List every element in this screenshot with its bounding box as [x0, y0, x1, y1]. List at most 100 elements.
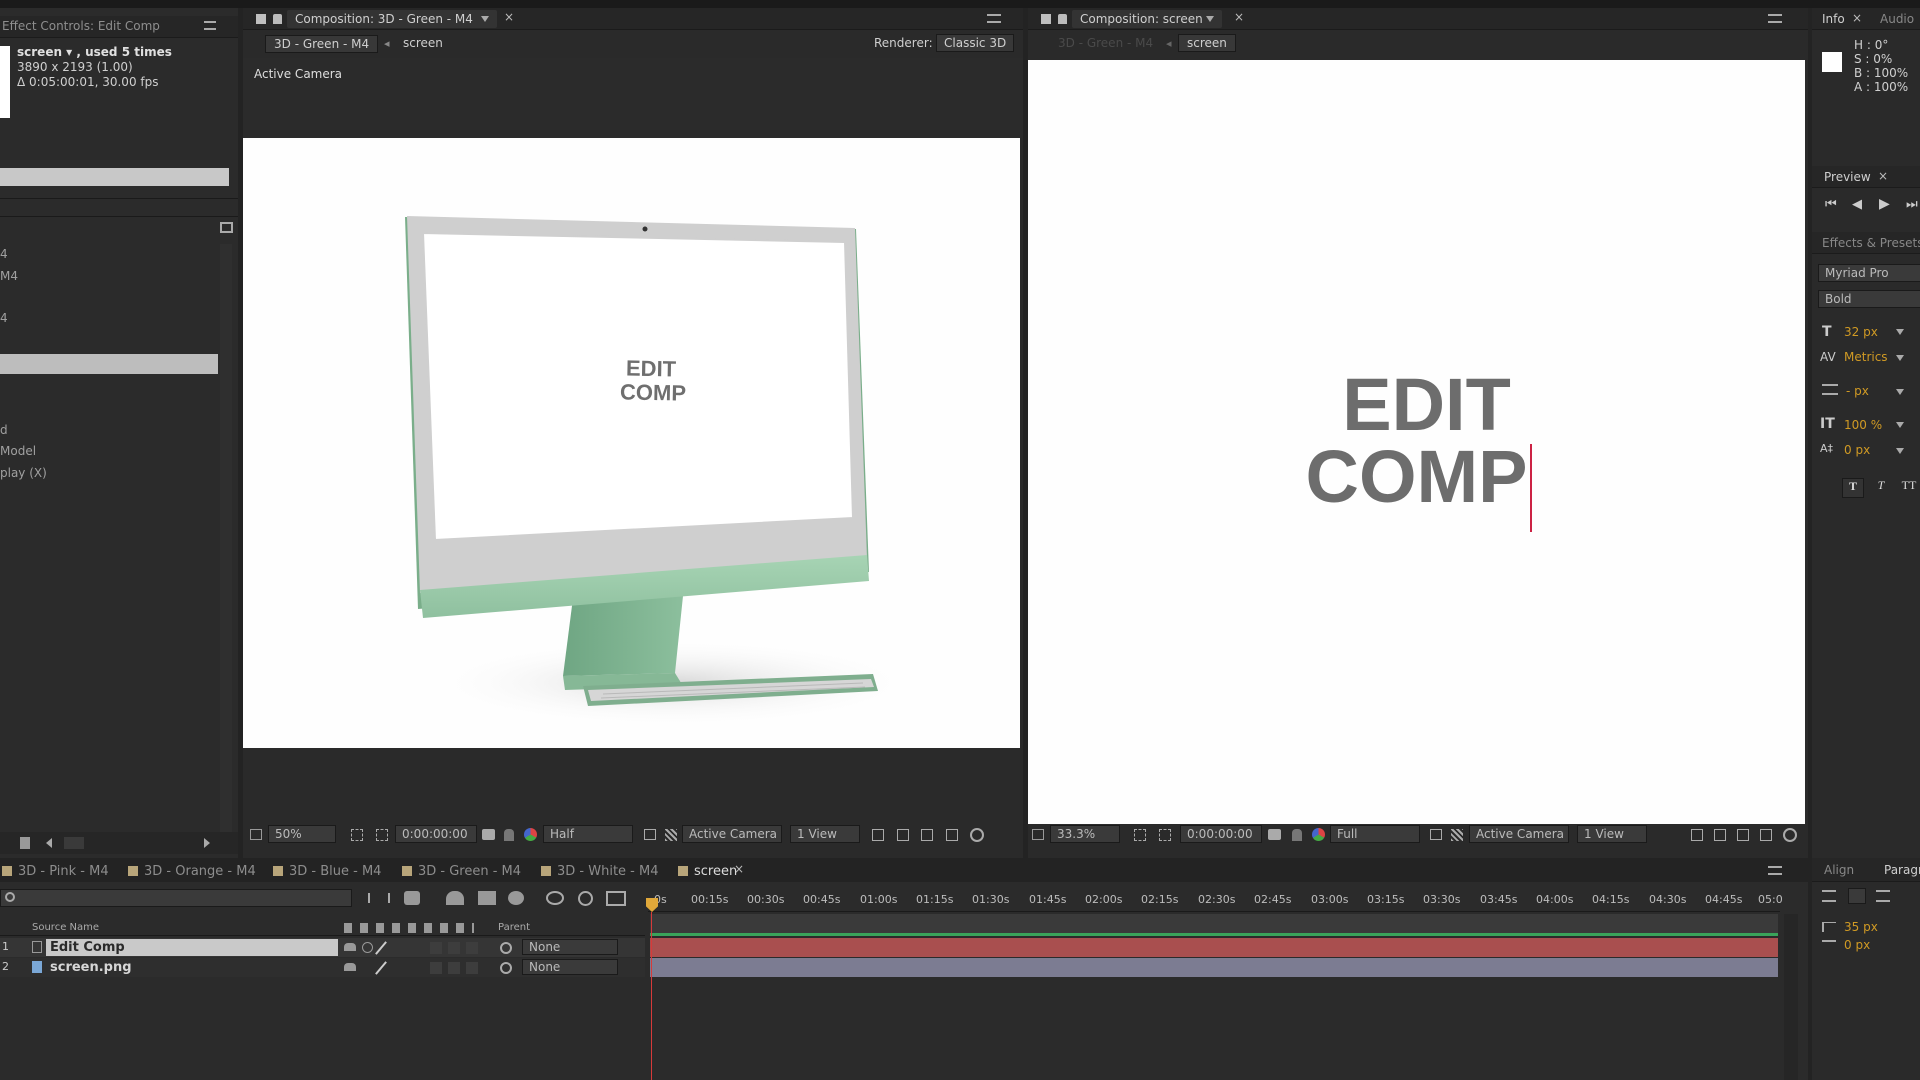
breadcrumb-comp[interactable]: 3D - Green - M4	[1058, 36, 1153, 50]
close-icon[interactable]: ×	[1852, 11, 1862, 25]
flowchart-icon[interactable]	[220, 222, 233, 233]
work-area-bar[interactable]	[650, 914, 1778, 934]
frame-blending-icon[interactable]	[478, 891, 496, 905]
shy-switch-icon[interactable]	[344, 963, 356, 971]
parent-select[interactable]: None	[522, 939, 618, 955]
time-ruler[interactable]: 0s 00:15s 00:30s 00:45s 01:00s 01:15s 01…	[648, 888, 1783, 912]
resolution-select[interactable]: Full	[1330, 825, 1420, 843]
shy-switch-icon[interactable]	[344, 943, 356, 951]
composition-mini-flowchart-icon[interactable]	[368, 893, 390, 903]
effect-controls-tab[interactable]: Effect Controls: Edit Comp	[0, 16, 238, 38]
fast-preview-icon[interactable]	[1714, 829, 1726, 841]
close-icon[interactable]: ×	[734, 862, 744, 876]
view-layout-select[interactable]: 1 View	[1577, 825, 1647, 843]
dropdown-icon[interactable]	[1896, 389, 1904, 395]
timeline-tab-screen[interactable]: screen	[678, 864, 737, 879]
previous-frame-icon[interactable]: ◀	[1852, 197, 1862, 212]
render-icon[interactable]	[606, 891, 626, 906]
renderer-button[interactable]: Classic 3D	[936, 34, 1015, 52]
comp-dropdown-icon[interactable]	[481, 16, 489, 22]
scroll-track[interactable]	[64, 837, 84, 849]
first-frame-icon[interactable]: ⏮	[1825, 197, 1837, 212]
switch-box[interactable]	[430, 942, 442, 954]
color-channels-icon[interactable]	[524, 828, 537, 841]
camera-snapshot-icon[interactable]	[482, 829, 495, 840]
dropdown-icon[interactable]	[1896, 329, 1904, 335]
quality-switch-icon[interactable]	[375, 961, 387, 975]
region-icon[interactable]	[1159, 829, 1171, 841]
layer-bar-screen[interactable]	[650, 958, 1778, 977]
list-item[interactable]: 4	[0, 308, 8, 328]
roi-icon[interactable]	[1430, 829, 1442, 840]
camera-view-select[interactable]: Active Camera	[1469, 825, 1569, 843]
panel-menu-icon[interactable]	[987, 14, 1001, 23]
motion-blur-icon[interactable]	[508, 891, 524, 905]
switch-box[interactable]	[430, 962, 442, 974]
timeline-tab-pink[interactable]: 3D - Pink - M4	[2, 864, 109, 879]
layer-row[interactable]: 2 screen.png None	[0, 958, 645, 977]
dropdown-icon[interactable]	[1896, 422, 1904, 428]
camera-snapshot-icon[interactable]	[1268, 829, 1281, 840]
draft-3d-icon[interactable]	[404, 891, 420, 905]
always-preview-icon[interactable]	[250, 829, 262, 840]
comp-tab[interactable]: Composition: screen	[1072, 10, 1222, 28]
exposure-icon[interactable]	[1783, 828, 1797, 842]
lock-icon[interactable]	[1058, 14, 1067, 24]
info-tab[interactable]: Info	[1822, 12, 1845, 26]
align-left-icon[interactable]	[1822, 890, 1836, 902]
scroll-left-icon[interactable]	[46, 838, 52, 848]
current-time-field[interactable]: 0:00:00:00	[1180, 825, 1262, 843]
col-source-name[interactable]: Source Name	[32, 922, 99, 933]
layer-bar-edit-comp[interactable]	[650, 938, 1778, 957]
timeline-icon[interactable]	[1737, 829, 1749, 841]
selected-list-item[interactable]	[0, 354, 218, 374]
parent-pickwhip-icon[interactable]	[500, 942, 512, 954]
show-snapshot-icon[interactable]	[504, 829, 514, 841]
parent-pickwhip-icon[interactable]	[500, 962, 512, 974]
layer-name[interactable]: Edit Comp	[50, 940, 125, 955]
dropdown-icon[interactable]	[1896, 355, 1904, 361]
faux-italic-button[interactable]: T	[1870, 478, 1892, 498]
comp-viewer-screen[interactable]: EDIT COMP	[1028, 60, 1805, 824]
switch-box[interactable]	[466, 942, 478, 954]
magnification-select[interactable]: 50%	[268, 825, 336, 843]
preview-tab[interactable]: Preview	[1824, 170, 1871, 184]
timeline-icon[interactable]	[921, 829, 933, 841]
list-item[interactable]: M4	[0, 266, 18, 286]
timeline-tab-orange[interactable]: 3D - Orange - M4	[128, 864, 256, 879]
indent-left-value[interactable]: 35 px	[1844, 920, 1878, 934]
panel-menu-icon[interactable]	[1768, 14, 1782, 23]
quality-switch-icon[interactable]	[375, 941, 387, 955]
flowchart-icon[interactable]	[1760, 829, 1772, 841]
transparency-grid-icon[interactable]	[1451, 829, 1463, 841]
col-parent[interactable]: Parent	[498, 922, 530, 933]
fast-preview-icon[interactable]	[897, 829, 909, 841]
parent-select[interactable]: None	[522, 959, 618, 975]
faux-bold-button[interactable]: T	[1842, 478, 1864, 498]
collapse-switch-icon[interactable]	[362, 942, 373, 953]
panel-menu-icon[interactable]	[204, 21, 216, 30]
vertical-scale-value[interactable]: 100 %	[1844, 418, 1882, 432]
list-item[interactable]: play (X)	[0, 463, 47, 483]
layer-name[interactable]: screen ▾ , used 5 times	[17, 45, 172, 59]
graph-editor-icon[interactable]	[546, 891, 564, 905]
scroll-right-icon[interactable]	[204, 838, 210, 848]
color-channels-icon[interactable]	[1312, 828, 1325, 841]
font-size-value[interactable]: 32 px	[1844, 325, 1878, 339]
align-tab[interactable]: Align	[1824, 863, 1854, 877]
list-item[interactable]: Model	[0, 441, 36, 461]
effects-presets-tab[interactable]: Effects & Presets	[1822, 236, 1920, 250]
exposure-icon[interactable]	[970, 828, 984, 842]
play-icon[interactable]: ▶	[1879, 196, 1890, 212]
align-center-icon[interactable]	[1848, 888, 1866, 904]
layer-name[interactable]: screen.png	[50, 960, 132, 975]
timeline-vertical-scrollbar[interactable]	[1784, 914, 1798, 1080]
toggle-pixel-icon[interactable]	[872, 829, 884, 841]
close-icon[interactable]: ×	[504, 10, 514, 24]
comp-tab[interactable]: Composition: 3D - Green - M4	[287, 10, 497, 28]
scrollbar[interactable]	[220, 244, 232, 834]
resolution-grid-icon[interactable]	[351, 829, 363, 841]
paragraph-tab[interactable]: Paragr	[1884, 863, 1920, 877]
list-item[interactable]: d	[0, 420, 8, 440]
close-icon[interactable]: ×	[1234, 10, 1244, 24]
